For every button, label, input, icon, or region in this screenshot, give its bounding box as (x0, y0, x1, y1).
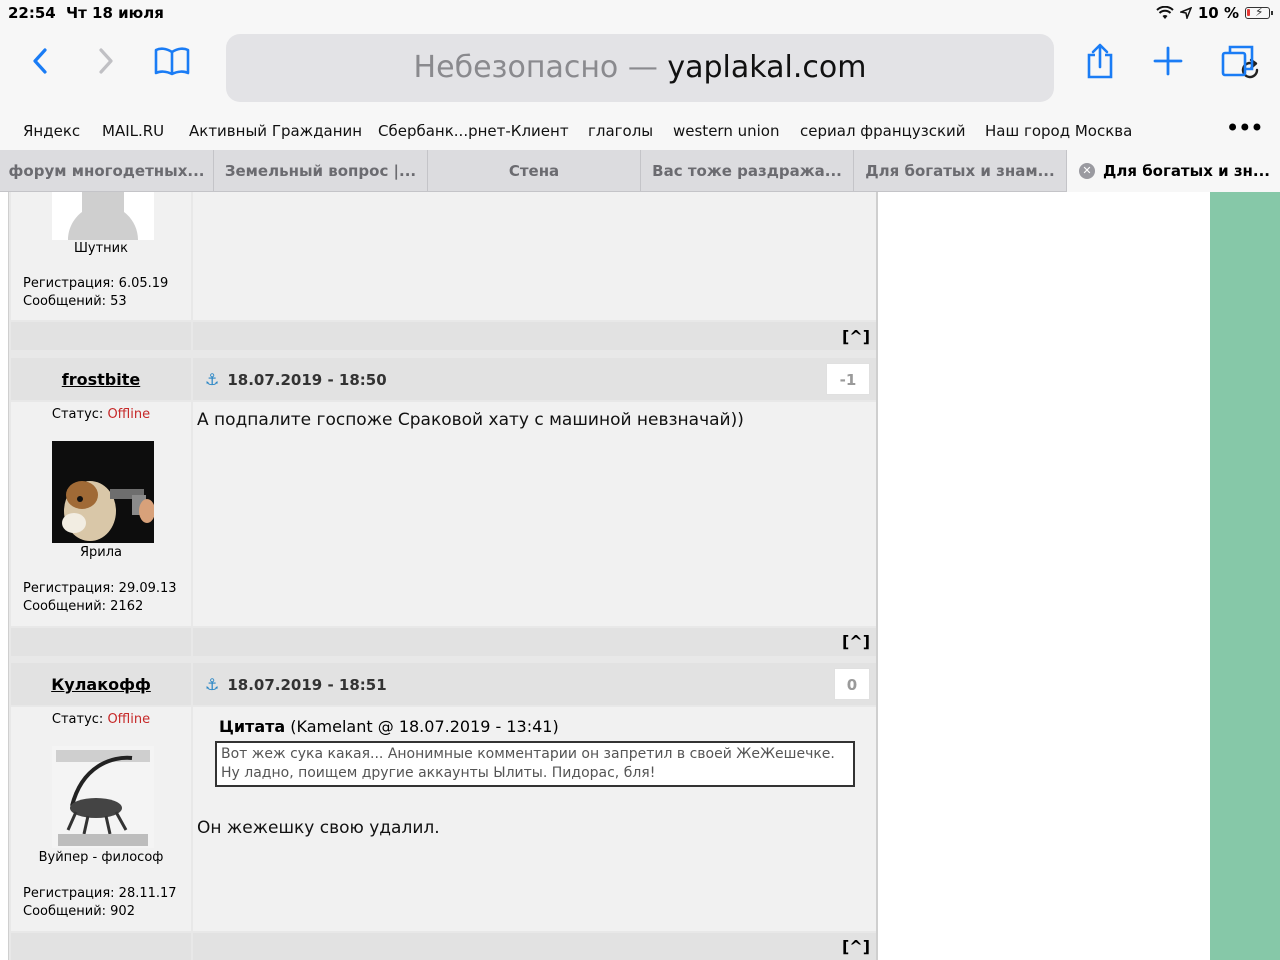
bookmark-item[interactable]: Яндекс (23, 122, 80, 140)
bookmark-item[interactable]: MAIL.RU (102, 122, 164, 140)
address-domain: yaplakal.com (667, 50, 867, 85)
username-link[interactable]: Кулакофф (11, 675, 191, 694)
quote-label: Цитата (219, 717, 286, 736)
post-footer-right: [^] (193, 322, 876, 350)
battery-icon: ⚡ (1245, 5, 1273, 19)
plus-icon (1153, 46, 1183, 76)
tab-item[interactable]: Стена (428, 150, 641, 192)
user-caption: Вуйпер - философ (38, 850, 164, 865)
status-offline: Offline (107, 712, 151, 727)
post-user-panel: Статус: Offline Ярила Регистрация: 29.09… (11, 402, 191, 626)
message-count: Сообщений: 53 (23, 294, 127, 309)
to-top-link[interactable]: [^] (842, 327, 870, 346)
share-button[interactable] (1080, 41, 1120, 81)
browser-toolbar: Небезопасно — yaplakal.com (0, 26, 1280, 110)
post-rating[interactable]: -1 (826, 363, 870, 395)
new-tab-button[interactable] (1148, 41, 1188, 81)
message-count: Сообщений: 2162 (23, 599, 144, 614)
back-button[interactable] (20, 41, 60, 81)
chevron-right-icon (99, 48, 113, 74)
share-icon (1087, 43, 1113, 79)
tab-item[interactable]: Земельный вопрос |... (214, 150, 428, 192)
forward-button[interactable] (86, 41, 126, 81)
book-icon (154, 47, 190, 76)
quote-box: Вот жеж сука какая... Анонимные коммента… (215, 741, 855, 787)
to-top-link[interactable]: [^] (842, 632, 870, 651)
post-body: Цитата (Kamelant @ 18.07.2019 - 13:41) В… (193, 707, 876, 931)
tab-item-active[interactable]: ✕ Для богатых и зн... (1067, 150, 1280, 192)
status-label: Статус: (51, 712, 104, 727)
post-header-right: ⚓ 18.07.2019 - 18:50 -1 (193, 358, 876, 400)
post-header-right: ⚓ 18.07.2019 - 18:51 0 (193, 663, 876, 705)
avatar (52, 441, 154, 543)
bookmarks-button[interactable] (152, 41, 192, 81)
user-caption: Ярила (79, 545, 122, 560)
bookmark-item[interactable]: Активный Гражданин (189, 122, 362, 140)
page-content: Шутник Регистрация: 6.05.19 Сообщений: 5… (0, 192, 1280, 960)
prev-post-body (193, 192, 876, 320)
forum-thread: Шутник Регистрация: 6.05.19 Сообщений: 5… (8, 192, 878, 960)
wifi-icon (1156, 6, 1174, 19)
status-date: Чт 18 июля (66, 4, 164, 22)
post-header-left: frostbite (11, 358, 191, 400)
message-count: Сообщений: 902 (23, 904, 135, 919)
bookmark-item[interactable]: сериал французский (800, 122, 966, 140)
bookmarks-bar: Яндекс MAIL.RU Активный Гражданин Сберба… (0, 110, 1280, 150)
bookmark-item[interactable]: глаголы (588, 122, 653, 140)
address-insecure-label: Небезопасно — (413, 50, 658, 85)
post-user-panel: Статус: Offline Вуйпер - философ Регистр… (11, 707, 191, 931)
username-link[interactable]: frostbite (11, 370, 191, 389)
tab-active-label: Для богатых и зн... (1103, 162, 1270, 180)
anchor-icon[interactable]: ⚓ (205, 675, 219, 694)
status-right: 10 % ⚡ (1156, 4, 1273, 22)
bookmark-item[interactable]: Сбербанк...рнет-Клиент (378, 122, 569, 140)
post-date: ⚓ 18.07.2019 - 18:50 (205, 370, 387, 389)
post-date: ⚓ 18.07.2019 - 18:51 (205, 675, 387, 694)
post-text: А подпалите госпоже Сраковой хату с маши… (197, 410, 744, 430)
user-caption: Шутник (74, 241, 128, 256)
user-status: Статус: Offline (11, 407, 191, 422)
status-offline: Offline (107, 407, 151, 422)
post-date-text: 18.07.2019 - 18:50 (227, 370, 387, 389)
post-text: Он жежешку свою удалил. (197, 818, 440, 838)
post-footer-right: [^] (193, 933, 876, 960)
tab-strip: форум многодетных... Земельный вопрос |.… (0, 150, 1280, 192)
battery-percent: 10 % (1197, 4, 1239, 22)
chevron-left-icon (33, 48, 47, 74)
tabs-icon (1221, 45, 1254, 77)
tabs-overview-button[interactable] (1218, 41, 1258, 81)
post-footer-left (11, 933, 191, 960)
post-rating[interactable]: 0 (834, 668, 870, 700)
anchor-icon[interactable]: ⚓ (205, 370, 219, 389)
quote-header: Цитата (Kamelant @ 18.07.2019 - 13:41) (219, 717, 559, 736)
bookmark-item[interactable]: Наш город Москва (985, 122, 1132, 140)
side-banner (1210, 192, 1280, 960)
prev-post-user: Шутник Регистрация: 6.05.19 Сообщений: 5… (11, 192, 191, 320)
post-body: А подпалите госпоже Сраковой хату с маши… (193, 402, 876, 626)
status-time: 22:54 (8, 4, 56, 22)
avatar-placeholder (52, 192, 154, 240)
to-top-link[interactable]: [^] (842, 937, 870, 956)
bookmark-item[interactable]: western union (673, 122, 779, 140)
post-footer-left (11, 322, 191, 350)
post-footer-right: [^] (193, 628, 876, 656)
address-bar[interactable]: Небезопасно — yaplakal.com (226, 34, 1259, 102)
more-bookmarks-icon[interactable]: ••• (1226, 114, 1264, 142)
avatar (52, 746, 154, 848)
post-footer-left (11, 628, 191, 656)
status-bar: 22:54 Чт 18 июля 10 % ⚡ (0, 0, 1280, 26)
quote-meta: (Kamelant @ 18.07.2019 - 13:41) (290, 717, 559, 736)
close-tab-icon[interactable]: ✕ (1079, 163, 1095, 179)
registration-date: Регистрация: 6.05.19 (23, 276, 169, 291)
status-label: Статус: (51, 407, 104, 422)
tab-item[interactable]: форум многодетных... (0, 150, 214, 192)
post-header-left: Кулакофф (11, 663, 191, 705)
post-date-text: 18.07.2019 - 18:51 (227, 675, 387, 694)
registration-date: Регистрация: 29.09.13 (23, 581, 177, 596)
tab-item[interactable]: Вас тоже раздража... (641, 150, 854, 192)
tab-item[interactable]: Для богатых и знам... (854, 150, 1067, 192)
location-icon (1179, 7, 1192, 19)
registration-date: Регистрация: 28.11.17 (23, 886, 177, 901)
user-status: Статус: Offline (11, 712, 191, 727)
